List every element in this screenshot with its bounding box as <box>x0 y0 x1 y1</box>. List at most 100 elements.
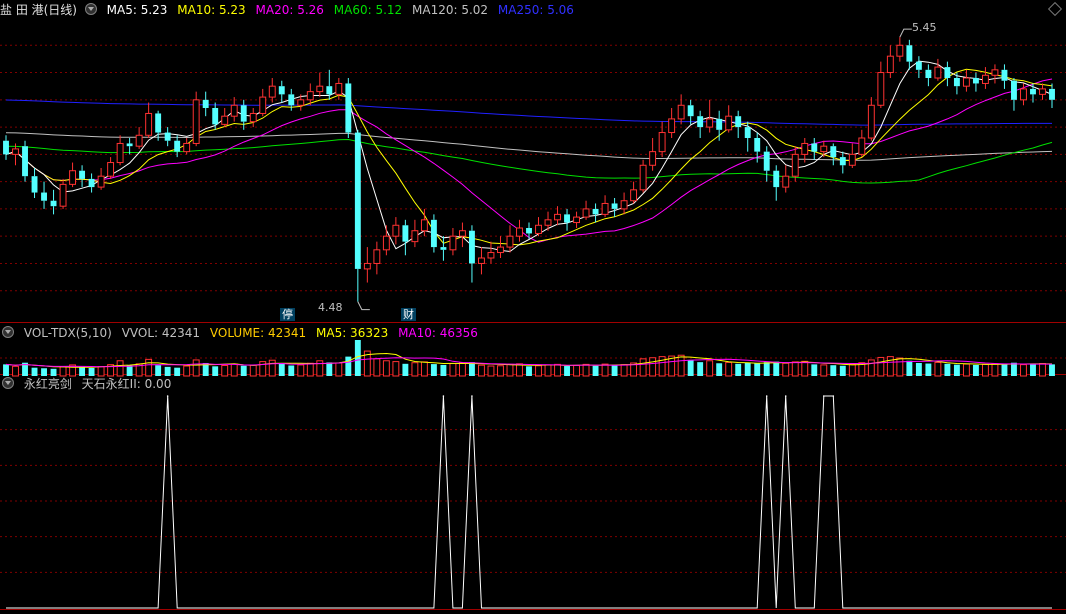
main-legend: 盐 田 港(日线) MA5: 5.23 MA10: 5.23 MA20: 5.2… <box>0 2 580 18</box>
volume-bar <box>1039 363 1046 377</box>
vvol-value: VVOL: 42341 <box>121 326 201 340</box>
volume-bar <box>839 365 846 376</box>
volume-bar <box>192 359 200 377</box>
indicator-value: 天石永红II: 0.00 <box>81 377 172 391</box>
volume-bar <box>564 366 570 376</box>
volume-bar <box>601 363 609 377</box>
ma60-value: MA60: 5.12 <box>333 3 403 17</box>
candle-body <box>192 99 200 144</box>
volume-bar <box>582 363 590 377</box>
finance-tag: 财 <box>401 308 416 321</box>
volume-bar <box>335 362 343 377</box>
ma250-line <box>5 99 1052 126</box>
indicator-name: 永红亮剑 <box>23 377 72 391</box>
volume-bar <box>934 361 942 377</box>
volume-bar <box>382 360 390 377</box>
volume-bar <box>487 365 495 377</box>
candle-body <box>69 170 77 185</box>
candle-body <box>658 132 666 153</box>
volume-bar <box>221 364 229 377</box>
volume-dropdown-icon[interactable] <box>2 326 14 338</box>
candle-body <box>155 113 162 133</box>
candle-body <box>278 86 285 95</box>
candle-body <box>97 175 105 188</box>
candle-body <box>335 82 343 95</box>
volume-bar <box>981 363 989 377</box>
volume-bar <box>611 365 618 376</box>
volume-bar <box>41 368 47 376</box>
volume-bar <box>896 357 904 377</box>
volume-bar <box>1030 364 1036 376</box>
volume-bar <box>554 363 561 377</box>
candle-body <box>3 140 9 155</box>
volume-bar <box>516 363 523 377</box>
volume-bar <box>791 361 799 377</box>
candle-body <box>867 104 875 139</box>
candle-body <box>915 61 922 70</box>
candle-body <box>801 142 809 155</box>
candle-body <box>934 66 942 79</box>
candle-body <box>944 67 951 78</box>
volume-bar <box>3 364 9 376</box>
volume-bar <box>991 363 999 377</box>
candle-body <box>288 94 295 106</box>
vol-ma5-value: MA5: 36323 <box>316 326 389 340</box>
volume-bar <box>240 365 247 376</box>
volume-bar <box>478 364 485 377</box>
candle-body <box>962 77 970 87</box>
candle-body <box>487 252 495 259</box>
volume-bar <box>411 362 419 377</box>
candle-body <box>402 225 409 242</box>
volume-bar <box>1001 364 1008 376</box>
candle-body <box>706 118 714 128</box>
candle-body <box>1001 69 1008 81</box>
volume-bar <box>97 366 105 377</box>
candle-body <box>687 105 694 117</box>
volume-bar <box>12 365 19 377</box>
candle-body <box>1039 88 1046 95</box>
volume-ma5-line <box>5 352 1052 368</box>
candle-body <box>135 134 143 147</box>
candle-body <box>782 175 790 188</box>
candle-body <box>649 151 657 166</box>
volume-bar <box>402 363 409 376</box>
volume-bar <box>326 362 333 376</box>
volume-bar <box>183 365 191 377</box>
candle-body <box>848 153 856 166</box>
candle-body <box>478 257 485 264</box>
candle-body <box>630 189 638 202</box>
candle-body <box>306 91 314 101</box>
candle-body <box>1030 88 1036 95</box>
candle-body <box>145 112 153 136</box>
candle-body <box>430 219 437 248</box>
volume-bar <box>735 363 742 376</box>
volume-bar <box>164 366 171 376</box>
candle-body <box>858 137 866 155</box>
candle-body <box>392 224 400 237</box>
candle-body <box>791 153 799 177</box>
candle-body <box>449 235 457 251</box>
volume-bar <box>830 365 837 376</box>
candle-body <box>830 146 837 158</box>
indicator-dropdown-icon[interactable] <box>2 377 14 389</box>
volume-bar <box>497 365 504 377</box>
candle-body <box>126 143 133 147</box>
candle-body <box>1020 88 1027 101</box>
indicator-peak <box>442 395 445 397</box>
candle-body <box>839 157 846 166</box>
candle-body <box>22 146 28 177</box>
volume-bar <box>697 362 704 376</box>
volume-bar <box>278 363 285 376</box>
stock-chart[interactable] <box>0 0 1066 614</box>
candle-body <box>174 140 181 152</box>
indicator-peak <box>166 395 169 397</box>
volume-legend: VOL-TDX(5,10) VVOL: 42341 VOLUME: 42341 … <box>0 325 484 341</box>
high-marker <box>899 28 912 38</box>
candle-body <box>259 96 267 114</box>
dropdown-icon[interactable] <box>84 3 97 15</box>
ma120-line <box>5 132 1053 161</box>
candle-body <box>573 216 580 224</box>
candle-body <box>697 116 704 128</box>
candle-body <box>420 219 428 232</box>
candle-body <box>268 85 276 98</box>
